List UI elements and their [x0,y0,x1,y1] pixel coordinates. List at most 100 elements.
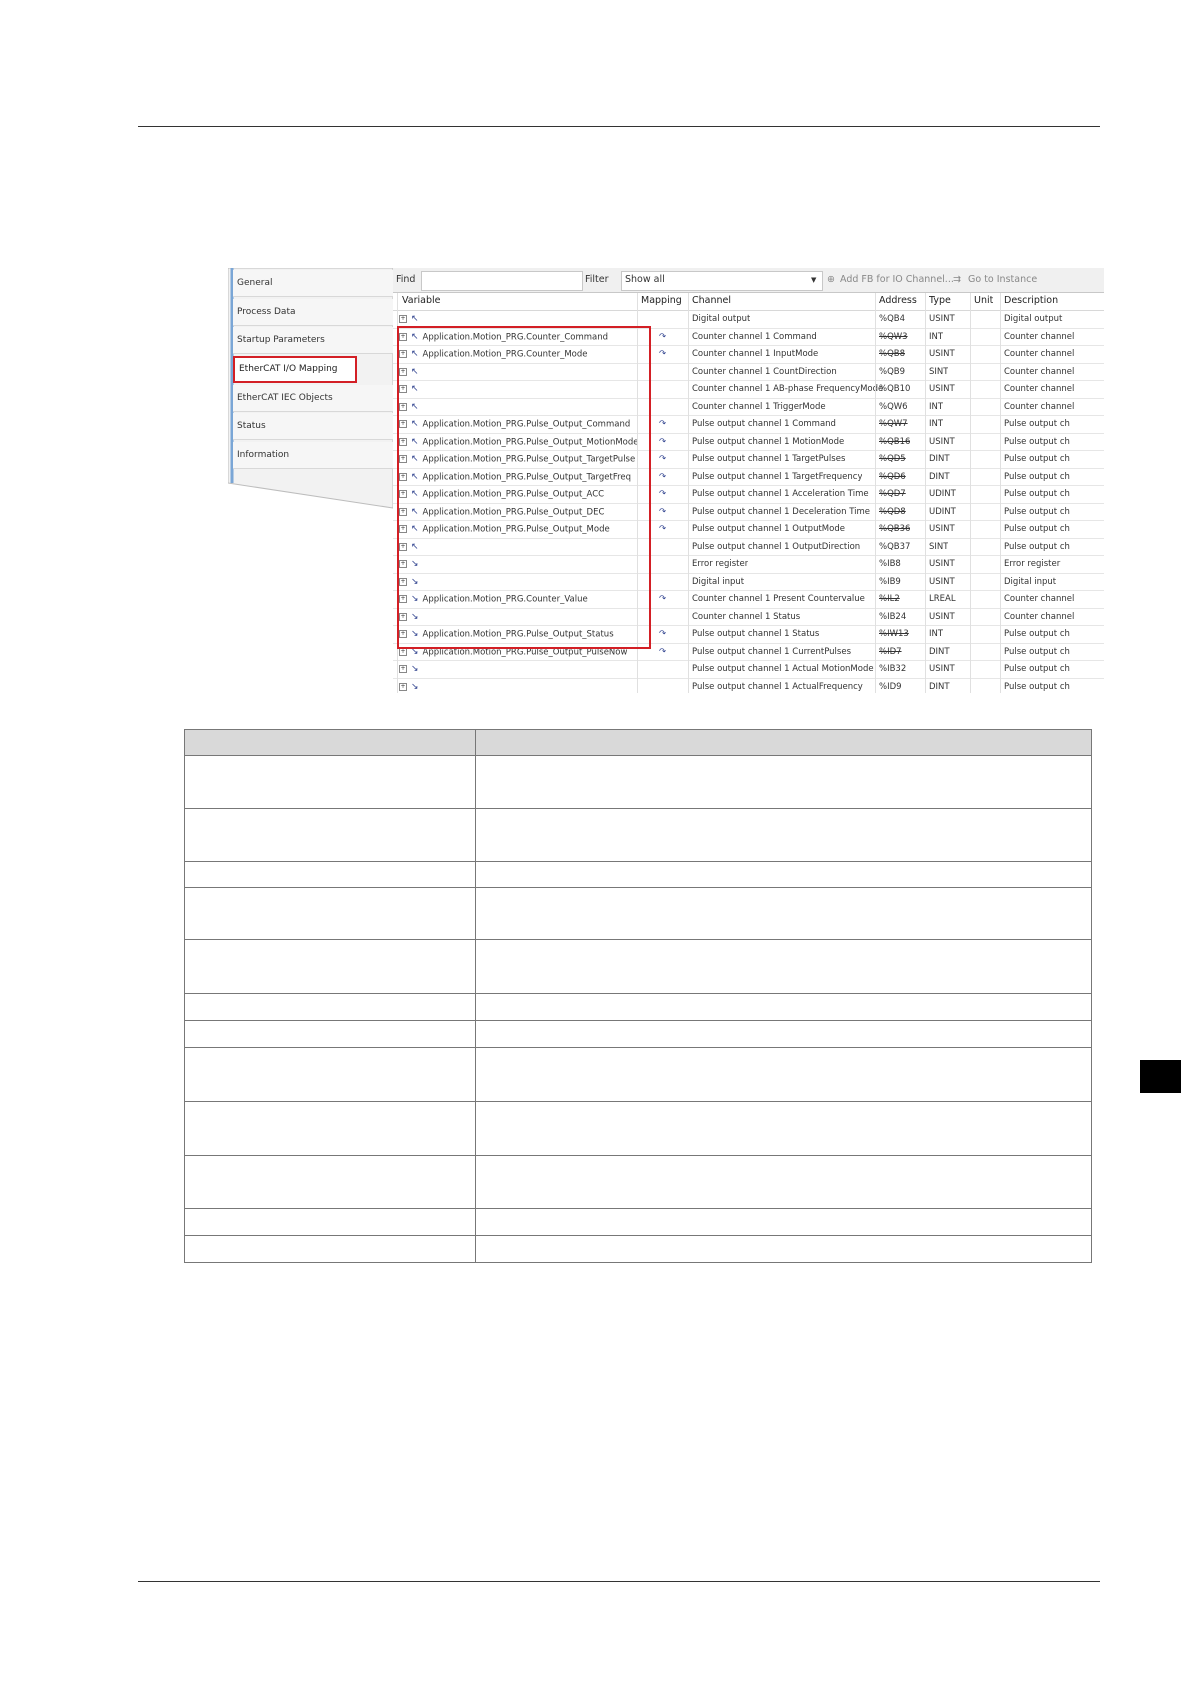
parameter-table-row [184,939,1092,994]
type-cell: USINT [929,314,955,324]
type-cell: USINT [929,436,955,447]
mapping-icon: ↷ [659,454,667,464]
parameter-table-row [184,887,1092,940]
channel-cell: Digital input [692,576,745,587]
go-to-instance-icon: ⇉ [953,274,961,285]
expand-icon[interactable]: + [399,665,407,673]
tab-general[interactable]: General [233,270,393,297]
parameter-table-header-cell [184,729,476,756]
tab-status[interactable]: Status [233,413,393,440]
type-cell: INT [929,401,944,412]
column-divider-address [875,293,876,693]
channel-cell: Pulse output channel 1 Deceleration Time [692,506,871,517]
channel-cell: Pulse output channel 1 MotionMode [692,436,845,447]
description-cell: Pulse output ch [1004,419,1070,429]
parameter-table-row [184,993,1092,1021]
description-cell: Pulse output ch [1004,646,1070,657]
mapping-icon: ↷ [659,349,667,359]
expand-icon[interactable]: + [399,682,407,691]
type-cell: DINT [929,681,950,692]
chevron-down-icon[interactable]: ▼ [811,276,816,284]
address-cell: %QW3 [879,331,908,342]
column-header-type[interactable]: Type [929,293,951,310]
address-cell: %IB32 [879,664,907,674]
column-header-description[interactable]: Description [1004,293,1058,310]
type-cell: USINT [929,524,955,534]
variable-cell[interactable]: + ↘ [399,679,423,694]
description-cell: Counter channel [1004,366,1075,377]
add-fb-button[interactable]: Add FB for IO Channel... [840,274,954,285]
tab-process-data[interactable]: Process Data [233,299,393,326]
address-cell: %QB36 [879,524,911,534]
variable-cell[interactable]: + ↘ [399,661,423,678]
parameter-table-cell [184,993,476,1021]
find-input[interactable] [421,271,583,291]
parameter-table-cell [475,887,1092,940]
expand-icon[interactable]: + [399,315,407,323]
side-tabs: General Process Data Startup Parameters … [228,268,393,693]
channel-cell: Counter channel 1 Command [692,331,817,342]
description-cell: Counter channel [1004,611,1075,622]
column-header-variable[interactable]: Variable [402,293,440,310]
column-divider-type [925,293,926,693]
channel-cell: Counter channel 1 AB-phase FrequencyMode [692,384,884,394]
address-cell: %IB8 [879,559,901,569]
channel-cell: Pulse output channel 1 OutputDirection [692,541,861,552]
column-header-channel[interactable]: Channel [692,293,731,310]
type-cell: USINT [929,559,955,569]
parameter-table-cell [475,1208,1092,1236]
type-cell: DINT [929,454,950,464]
input-arrow-icon: ↘ [411,681,419,692]
address-cell: %QD7 [879,489,906,499]
channel-cell: Counter channel 1 Status [692,611,801,622]
parameter-table-cell [184,1047,476,1102]
column-divider-channel [688,293,689,693]
io-mapping-screenshot: General Process Data Startup Parameters … [228,268,1104,693]
table-row[interactable]: + ↘ Pulse output channel 1 Actual MotionMo… [393,661,1104,679]
add-fb-icon: ⊕ [827,274,835,285]
address-cell: %QB9 [879,366,906,377]
description-cell: Pulse output ch [1004,506,1070,517]
address-cell: %IB24 [879,611,907,622]
parameter-table-cell [184,808,476,862]
channel-cell: Pulse output channel 1 TargetPulses [692,454,846,464]
parameter-table-cell [475,939,1092,994]
type-cell: USINT [929,576,955,587]
go-to-instance-button[interactable]: Go to Instance [968,274,1037,285]
description-cell: Pulse output ch [1004,629,1070,639]
tab-startup-parameters-label: Startup Parameters [237,335,325,345]
channel-cell: Counter channel 1 CountDirection [692,366,837,377]
output-arrow-icon: ↖ [411,314,419,324]
column-header-address[interactable]: Address [879,293,917,310]
tab-information-label: Information [237,450,290,460]
tab-information[interactable]: Information [233,442,393,469]
filter-value: Show all [625,274,665,285]
type-cell: USINT [929,384,955,394]
table-row[interactable]: + ↘ Pulse output channel 1 ActualFrequency… [393,679,1104,694]
channel-cell: Pulse output channel 1 ActualFrequency [692,681,863,692]
tab-ethercat-io-mapping[interactable]: EtherCAT I/O Mapping [233,356,357,383]
parameter-table-row [184,1101,1092,1156]
description-cell: Pulse output ch [1004,454,1070,464]
parameter-table-cell [475,993,1092,1021]
type-cell: INT [929,419,944,429]
address-cell: %QB37 [879,541,911,552]
tab-ethercat-iec-objects[interactable]: EtherCAT IEC Objects [233,385,393,412]
address-cell: %QB8 [879,349,906,359]
description-cell: Error register [1004,559,1061,569]
column-header-mapping[interactable]: Mapping [641,293,682,310]
address-cell: %QD5 [879,454,906,464]
tab-startup-parameters[interactable]: Startup Parameters [233,327,393,354]
column-header-unit[interactable]: Unit [974,293,993,310]
mapping-icon: ↷ [659,629,667,639]
parameter-table-row [184,1235,1092,1263]
address-cell: %QD6 [879,471,906,482]
description-cell: Pulse output ch [1004,471,1070,482]
type-cell: DINT [929,646,950,657]
address-cell: %QB4 [879,314,906,324]
type-cell: SINT [929,366,949,377]
parameter-table-header [184,729,1092,756]
channel-cell: Pulse output channel 1 Actual MotionMode [692,664,874,674]
mapping-icon: ↷ [659,594,667,604]
tab-general-label: General [237,278,273,288]
